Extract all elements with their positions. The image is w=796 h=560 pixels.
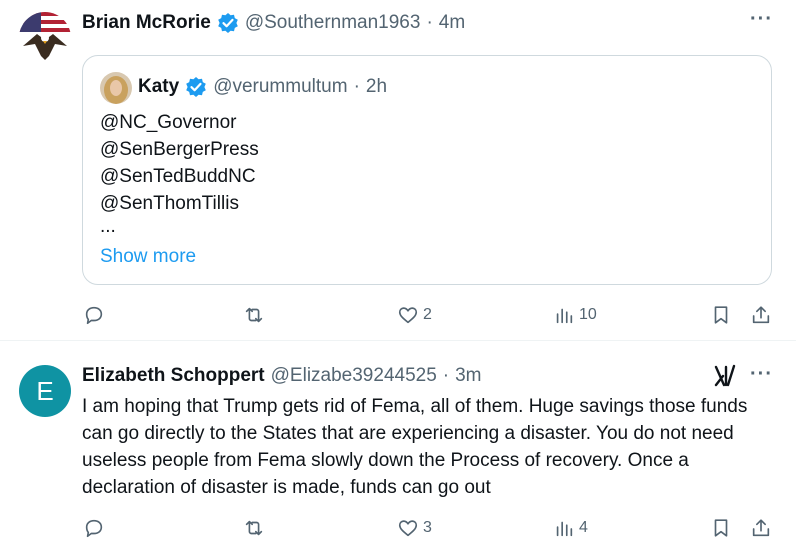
quoted-author-name[interactable]: Katy: [138, 76, 179, 98]
heart-icon: [398, 307, 418, 324]
bookmark-button[interactable]: [710, 517, 732, 539]
verified-badge-icon: [186, 77, 206, 97]
show-more-link[interactable]: Show more: [100, 246, 196, 268]
timestamp[interactable]: 4m: [439, 12, 465, 34]
post-header: Brian McRorie @Southernman1963 · 4m: [82, 12, 465, 34]
repost-icon: [245, 520, 263, 536]
verified-badge-icon: [218, 13, 238, 33]
quoted-line-mention: @SenTedBuddNC: [100, 166, 256, 187]
views-button[interactable]: 4: [553, 517, 588, 539]
bookmark-icon: [714, 306, 728, 324]
bookmark-button[interactable]: [710, 304, 732, 326]
views-count: 10: [579, 306, 597, 323]
like-button[interactable]: 2: [397, 304, 432, 326]
views-button[interactable]: 10: [553, 304, 597, 326]
author-avatar[interactable]: E: [19, 365, 71, 417]
quoted-line-ellipsis: ...: [100, 216, 116, 237]
more-options-icon[interactable]: ···: [750, 363, 773, 386]
quoted-tweet[interactable]: Katy @verummultum · 2h @NC_Governor @Sen…: [82, 55, 772, 285]
tweet-text: I am hoping that Trump gets rid of Fema,…: [82, 396, 748, 498]
repost-button[interactable]: [243, 517, 269, 539]
separator: ·: [426, 12, 433, 33]
share-button[interactable]: [750, 517, 772, 539]
separator: ·: [442, 365, 450, 386]
author-name[interactable]: Brian McRorie: [82, 12, 211, 34]
eagle-flag-avatar[interactable]: [19, 12, 71, 64]
share-icon: [752, 306, 770, 324]
reply-icon: [85, 306, 103, 325]
more-options-icon[interactable]: ···: [750, 8, 773, 31]
reply-button[interactable]: [83, 304, 109, 326]
quoted-line-mention: @SenThomTillis: [100, 193, 239, 214]
share-icon: [752, 519, 770, 537]
views-count: 4: [579, 519, 588, 536]
share-button[interactable]: [750, 304, 772, 326]
quoted-line-mention: @SenBergerPress: [100, 139, 259, 160]
separator: ·: [353, 76, 360, 97]
repost-button[interactable]: [243, 304, 269, 326]
views-chart-icon: [556, 521, 573, 537]
quoted-author-handle: @verummultum: [213, 76, 348, 97]
quoted-line-mention: @NC_Governor: [100, 112, 237, 133]
like-button[interactable]: 3: [397, 517, 432, 539]
timestamp[interactable]: 3m: [455, 365, 481, 387]
quoted-header: Katy @verummultum · 2h: [138, 76, 387, 98]
bookmark-icon: [714, 519, 728, 537]
quoted-timestamp: 2h: [365, 76, 388, 97]
like-count: 2: [423, 306, 432, 323]
author-handle[interactable]: @Elizabe39244525: [271, 365, 437, 387]
views-chart-icon: [556, 308, 573, 324]
tweet-elizabeth-schoppert[interactable]: E Elizabeth Schoppert @Elizabe39244525 ·…: [0, 341, 796, 560]
grok-icon[interactable]: [712, 363, 738, 394]
post-header: Elizabeth Schoppert @Elizabe39244525 · 3…: [82, 365, 482, 387]
author-name[interactable]: Elizabeth Schoppert: [82, 365, 265, 387]
like-count: 3: [423, 519, 432, 536]
reply-button[interactable]: [83, 517, 109, 539]
quoted-author-avatar[interactable]: [100, 72, 132, 104]
tweet-brian-mcrorie[interactable]: Brian McRorie @Southernman1963 · 4m ··· …: [0, 0, 796, 341]
heart-icon: [398, 520, 418, 537]
reply-icon: [85, 519, 103, 538]
author-handle[interactable]: @Southernman1963: [245, 12, 421, 34]
repost-icon: [245, 307, 263, 323]
